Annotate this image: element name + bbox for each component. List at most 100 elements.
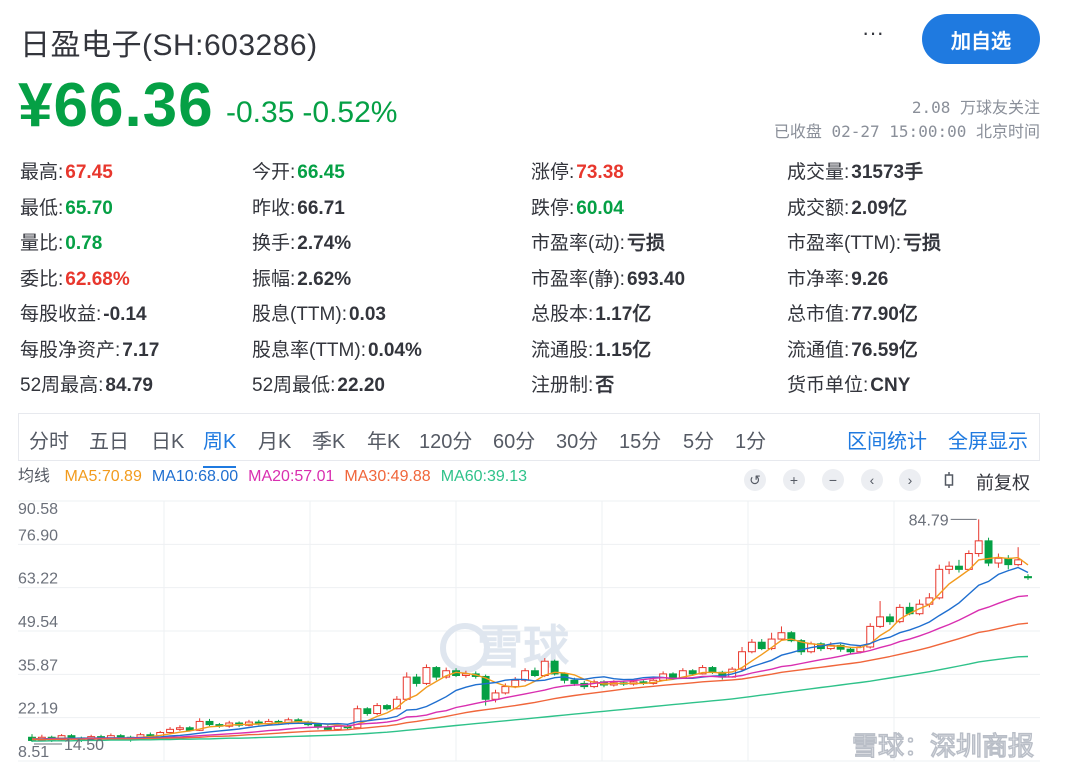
quote-label: 今开: — [252, 162, 296, 183]
quote-value: 31573手 — [851, 162, 924, 183]
quote-cell: 市净率: 9.26 — [787, 264, 888, 291]
candle-body — [432, 667, 441, 678]
quote-cell: 股息(TTM): 0.03 — [252, 299, 386, 326]
tab-period[interactable]: 日K — [151, 425, 184, 454]
quote-label: 货币单位: — [787, 375, 869, 396]
quote-label: 市净率: — [787, 268, 850, 290]
candle-body — [1014, 559, 1023, 566]
quote-cell: 52周最高: 84.79 — [20, 370, 153, 397]
quote-label: 市盈率(动): — [531, 233, 625, 254]
quote-value: 2.62% — [297, 268, 352, 290]
quote-cell: 成交量: 31573手 — [787, 157, 923, 184]
quote-cell: 最低: 65.70 — [20, 193, 113, 220]
candle-body — [846, 648, 855, 653]
candle-body — [422, 667, 431, 684]
quote-value: 66.71 — [297, 197, 345, 219]
quote-cell: 市盈率(动): 亏损 — [531, 228, 665, 255]
candle-body — [175, 727, 184, 730]
candle-body — [205, 720, 214, 726]
candle-body — [373, 705, 382, 715]
quote-label: 最高: — [20, 162, 64, 183]
quote-cell: 52周最低: 22.20 — [252, 370, 385, 397]
tab-period[interactable]: 60分 — [493, 425, 535, 454]
chevron-left-icon[interactable]: ‹ — [861, 469, 883, 491]
candle-body — [530, 670, 539, 676]
tab-period[interactable]: 年K — [367, 425, 400, 454]
low-marker-label: 14.50 — [64, 737, 104, 754]
quote-value: 84.79 — [105, 375, 153, 396]
quote-cell: 流通股: 1.15亿 — [531, 335, 651, 362]
candle-body — [876, 616, 885, 627]
quote-label: 每股净资产: — [20, 339, 121, 361]
minus-icon[interactable]: − — [822, 469, 844, 491]
candle-body — [994, 557, 1003, 564]
add-watchlist-button[interactable]: 加自选 — [922, 14, 1040, 64]
quote-cell: 最高: 67.45 — [20, 157, 113, 184]
undo-icon[interactable]: ↺ — [744, 469, 766, 491]
candle-body — [166, 728, 175, 734]
quote-value: 1.15亿 — [595, 339, 652, 361]
stock-title: 日盈电子(SH:603286) — [20, 29, 318, 62]
quote-cell: 跌停: 60.04 — [531, 193, 624, 220]
candle-body — [974, 540, 983, 555]
candle-body — [511, 679, 520, 688]
more-options-icon[interactable]: ··· — [858, 22, 888, 52]
quote-label: 总股本: — [531, 304, 594, 325]
quote-label: 成交额: — [787, 197, 850, 219]
tab-period[interactable]: 五日 — [89, 425, 129, 454]
quote-value: 0.78 — [65, 233, 103, 254]
candle-body — [540, 660, 549, 676]
tab-period[interactable]: 月K — [258, 425, 291, 454]
tab-period[interactable]: 季K — [312, 425, 345, 454]
y-tick-label: 35.87 — [18, 657, 58, 674]
change-amount: -0.35 — [226, 96, 295, 129]
quote-label: 股息率(TTM): — [252, 339, 366, 361]
change-percent: -0.52% — [302, 96, 398, 129]
quote-label: 52周最低: — [252, 375, 336, 396]
y-tick-label: 76.90 — [18, 527, 58, 544]
ma-legend: 均线 MA5:70.89 MA10:68.00 MA20:57.01 MA30:49.… — [18, 462, 537, 485]
candle-body — [984, 540, 993, 564]
tab-period[interactable]: 30分 — [556, 425, 598, 454]
tab-period[interactable]: 1分 — [735, 425, 766, 454]
kline-chart[interactable]: 雪球90.5876.9063.2249.5435.8722.198.5184.7… — [18, 493, 1040, 773]
quote-cell: 市盈率(TTM): 亏损 — [787, 228, 941, 255]
quote-label: 换手: — [252, 233, 296, 254]
tab-period[interactable]: 周K — [203, 425, 237, 468]
quote-value: 1.17亿 — [595, 304, 652, 325]
adjust-mode-label[interactable]: 前复权 — [976, 469, 1030, 495]
quote-label: 涨停: — [531, 162, 575, 183]
tab-period[interactable]: 120分 — [419, 425, 472, 454]
quote-cell: 量比: 0.78 — [20, 228, 102, 255]
candle-body — [885, 616, 894, 623]
candle-body — [945, 565, 954, 570]
quote-value: 2.09亿 — [851, 197, 908, 219]
y-tick-label: 90.58 — [18, 501, 58, 518]
tab-period[interactable]: 15分 — [619, 425, 661, 454]
quote-value: 62.68% — [65, 268, 130, 290]
quote-cell: 每股净资产: 7.17 — [20, 335, 159, 362]
ma-legend-item: MA5:70.89 — [64, 468, 142, 485]
quote-cell: 今开: 66.45 — [252, 157, 345, 184]
quote-value: 22.20 — [337, 375, 385, 396]
y-tick-label: 8.51 — [18, 744, 49, 761]
price-change: -0.35 -0.52% — [226, 96, 405, 130]
candle-body — [955, 565, 963, 570]
quote-value: 76.59亿 — [851, 339, 918, 361]
quote-label: 成交量: — [787, 162, 850, 183]
tab-period[interactable]: 5分 — [683, 425, 714, 454]
fullscreen-link[interactable]: 全屏显示 — [948, 425, 1028, 454]
quote-value: 60.04 — [576, 197, 624, 219]
plus-icon[interactable]: + — [783, 469, 805, 491]
candlestick-icon[interactable] — [938, 469, 960, 491]
tab-period[interactable]: 分时 — [29, 425, 69, 454]
range-stats-link[interactable]: 区间统计 — [847, 425, 927, 454]
chevron-right-icon[interactable]: › — [899, 469, 921, 491]
quote-cell: 每股收益: -0.14 — [20, 299, 147, 326]
y-tick-label: 22.19 — [18, 701, 58, 718]
quote-grid: 最高: 67.45 今开: 66.45 涨停: 73.38 成交量: 31573手最低: 65.… — [0, 152, 1065, 402]
ma-title: 均线 — [18, 468, 51, 485]
quote-value: 73.38 — [576, 162, 624, 183]
candle-body — [402, 676, 411, 700]
candle-body — [412, 676, 421, 684]
